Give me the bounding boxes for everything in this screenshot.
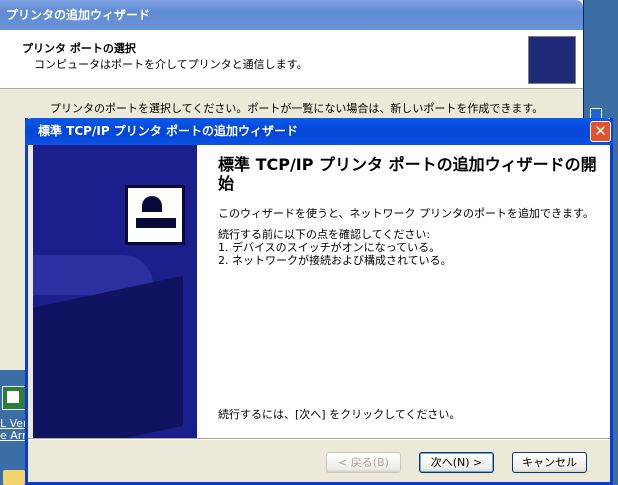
close-button[interactable]: ✕	[590, 121, 611, 142]
continue-instruction: 続行するには、[次へ] をクリックしてください。	[218, 408, 461, 421]
checklist-intro: 続行する前に以下の点を確認してください:	[218, 228, 431, 241]
wizard-side-panel	[33, 145, 197, 438]
wizard-checklist: 続行する前に以下の点を確認してください: 1. デバイスのスイッチがオンになって…	[218, 228, 452, 267]
tcpip-port-wizard-window: 標準 TCP/IP プリンタ ポートの追加ウィザード ✕ 標準 TCP/IP プ…	[25, 118, 613, 485]
background-header: プリンタ ポートの選択 コンピュータはポートを介してプリンタと通信します。	[0, 30, 583, 89]
checklist-item: 2. ネットワークが接続および構成されている。	[218, 254, 452, 267]
next-button[interactable]: 次へ(N) >	[419, 452, 494, 473]
cancel-button[interactable]: キャンセル	[512, 452, 587, 473]
back-button[interactable]: < 戻る(B)	[326, 452, 401, 473]
side-panel-printer-silhouette	[33, 275, 183, 438]
window-title-text: 標準 TCP/IP プリンタ ポートの追加ウィザード	[38, 124, 298, 138]
folder-icon[interactable]	[3, 470, 25, 485]
wizard-intro-text: このウィザードを使うと、ネットワーク プリンタのポートを追加できます。	[218, 207, 594, 220]
wizard-content: 標準 TCP/IP プリンタ ポートの追加ウィザードの開始 このウィザードを使う…	[197, 145, 610, 438]
wizard-heading: 標準 TCP/IP プリンタ ポートの追加ウィザードの開始	[218, 155, 597, 193]
background-header-title: プリンタ ポートの選択	[22, 42, 136, 55]
background-window-title[interactable]: プリンタの追加ウィザード	[0, 0, 583, 30]
window-title[interactable]: 標準 TCP/IP プリンタ ポートの追加ウィザード ✕	[25, 118, 613, 145]
background-header-subtitle: コンピュータはポートを介してプリンタと通信します。	[34, 58, 308, 71]
excel-file-icon[interactable]	[2, 386, 26, 410]
printer-header-icon	[528, 36, 576, 84]
checklist-item: 1. デバイスのスイッチがオンになっている。	[218, 241, 441, 254]
button-divider	[28, 438, 610, 440]
background-body-text: プリンタのポートを選択してください。ポートが一覧にない場合は、新しいポートを作成…	[50, 102, 544, 115]
printer-icon	[125, 185, 185, 245]
